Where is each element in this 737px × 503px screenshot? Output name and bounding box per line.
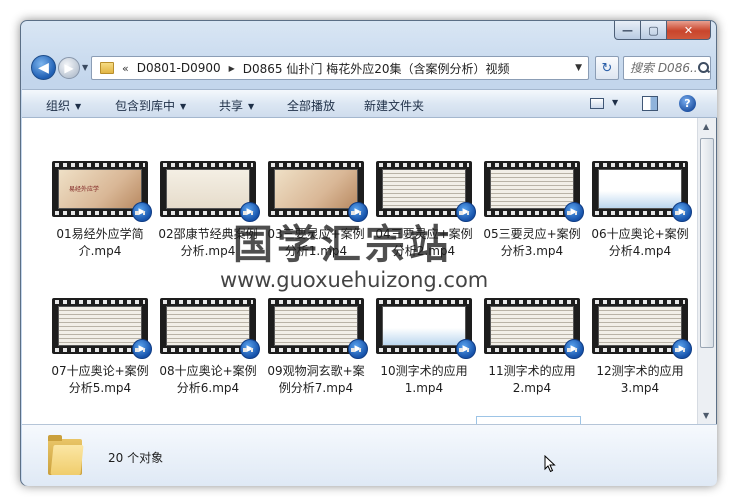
minimize-button[interactable]: — xyxy=(614,21,641,40)
media-player-icon: ▶ xyxy=(456,339,476,359)
chevron-down-icon: ▼ xyxy=(180,102,187,111)
thumbnail-frame xyxy=(490,306,574,346)
file-name: 06十应奥论+案例分析4.mp4 xyxy=(591,227,689,258)
video-thumbnail: ▶ xyxy=(592,161,692,222)
breadcrumb-separator-icon[interactable]: ▶ xyxy=(229,64,235,73)
maximize-button[interactable]: ▢ xyxy=(641,21,667,40)
play-all-button[interactable]: 全部播放 xyxy=(287,97,335,114)
watermark-text: 国学汇宗站 xyxy=(233,222,453,268)
file-name: 01易经外应学简介.mp4 xyxy=(56,227,144,258)
file-name: 05三要灵应+案例分析3.mp4 xyxy=(483,227,581,258)
video-thumbnail: ▶ xyxy=(160,161,260,222)
thumbnail-frame xyxy=(274,169,358,209)
media-player-icon: ▶ xyxy=(564,339,584,359)
file-item[interactable]: ▶ 12测字术的应用3.mp4 xyxy=(587,298,693,397)
vertical-scrollbar[interactable]: ▲ ▼ xyxy=(697,118,716,424)
file-name: 12测字术的应用3.mp4 xyxy=(596,364,684,395)
thumbnail-frame xyxy=(274,306,358,346)
file-name: 11测字术的应用2.mp4 xyxy=(488,364,576,395)
video-thumbnail: ▶ xyxy=(484,298,584,359)
scroll-up-icon[interactable]: ▲ xyxy=(703,122,709,131)
command-bar: 组织 ▼ 包含到库中 ▼ 共享 ▼ 全部播放 新建文件夹 ▼ ? xyxy=(22,89,717,118)
more-options-icon[interactable]: ▼ xyxy=(612,98,618,107)
search-icon[interactable] xyxy=(698,62,710,74)
breadcrumb-segment-current[interactable]: D0865 仙扑门 梅花外应20集（含案例分析）视频 xyxy=(243,60,510,77)
file-item[interactable]: ▶ 05三要灵应+案例分析3.mp4 xyxy=(479,161,585,260)
media-player-icon: ▶ xyxy=(564,202,584,222)
file-item[interactable]: ▶ 11测字术的应用2.mp4 xyxy=(479,298,585,397)
folder-icon xyxy=(100,62,114,74)
forward-button[interactable]: ▶ xyxy=(58,57,80,79)
organize-menu[interactable]: 组织 ▼ xyxy=(46,97,81,114)
address-bar[interactable]: « D0801-D0900 ▶ D0865 仙扑门 梅花外应20集（含案例分析）… xyxy=(91,56,589,80)
navigation-row: ◀ ▶ ▼ « D0801-D0900 ▶ D0865 仙扑门 梅花外应20集（… xyxy=(29,53,711,83)
file-item[interactable]: 易经外应学 ▶ 01易经外应学简介.mp4 xyxy=(47,161,153,260)
video-thumbnail: ▶ xyxy=(484,161,584,222)
file-name: 10测字术的应用1.mp4 xyxy=(380,364,468,395)
video-thumbnail: ▶ xyxy=(52,298,152,359)
share-menu[interactable]: 共享 ▼ xyxy=(219,97,254,114)
thumbnail-frame xyxy=(490,169,574,209)
media-player-icon: ▶ xyxy=(456,202,476,222)
back-button[interactable]: ◀ xyxy=(31,55,56,80)
media-player-icon: ▶ xyxy=(672,202,692,222)
thumbnail-frame xyxy=(382,169,466,209)
thumbnail-frame xyxy=(598,169,682,209)
video-thumbnail: ▶ xyxy=(376,298,476,359)
chevron-down-icon: ▼ xyxy=(75,102,82,111)
file-item[interactable]: ▶ 06十应奥论+案例分析4.mp4 xyxy=(587,161,693,260)
video-thumbnail: ▶ xyxy=(268,298,368,359)
details-pane: 20 个对象 xyxy=(22,424,717,486)
watermark-url: www.guoxuehuizong.com xyxy=(220,268,489,292)
file-name: 08十应奥论+案例分析6.mp4 xyxy=(159,364,257,395)
change-view-icon[interactable] xyxy=(590,98,604,109)
media-player-icon: ▶ xyxy=(132,202,152,222)
folder-icon xyxy=(48,435,84,475)
organize-label: 组织 xyxy=(46,99,71,113)
thumbnail-frame xyxy=(382,306,466,346)
thumbnail-frame xyxy=(58,306,142,346)
breadcrumb-segment[interactable]: D0801-D0900 xyxy=(137,61,221,75)
video-thumbnail: ▶ xyxy=(592,298,692,359)
caption-buttons: — ▢ ✕ xyxy=(614,21,711,41)
recent-pages-button[interactable]: ▼ xyxy=(82,63,90,72)
media-player-icon: ▶ xyxy=(348,339,368,359)
file-name: 09观物洞玄歌+案例分析7.mp4 xyxy=(267,364,365,395)
media-player-icon: ▶ xyxy=(672,339,692,359)
scroll-down-icon[interactable]: ▼ xyxy=(703,411,709,420)
chevron-down-icon: ▼ xyxy=(248,102,255,111)
thumbnail-frame: 易经外应学 xyxy=(58,169,142,209)
file-item[interactable]: ▶ 10测字术的应用1.mp4 xyxy=(371,298,477,397)
share-label: 共享 xyxy=(219,99,244,113)
file-item[interactable]: ▶ 08十应奥论+案例分析6.mp4 xyxy=(155,298,261,397)
media-player-icon: ▶ xyxy=(240,339,260,359)
video-thumbnail: ▶ xyxy=(268,161,368,222)
thumbnail-frame xyxy=(598,306,682,346)
address-dropdown-icon[interactable]: ▼ xyxy=(575,63,582,73)
file-item[interactable]: ▶ 09观物洞玄歌+案例分析7.mp4 xyxy=(263,298,369,397)
thumbnail-frame xyxy=(166,169,250,209)
video-thumbnail: 易经外应学 ▶ xyxy=(52,161,152,222)
include-in-library-label: 包含到库中 xyxy=(115,99,176,113)
thumbnail-frame xyxy=(166,306,250,346)
search-input[interactable] xyxy=(630,61,698,75)
slide-title: 易经外应学 xyxy=(69,186,100,193)
address-overflow-chevron[interactable]: « xyxy=(122,62,129,75)
include-in-library-menu[interactable]: 包含到库中 ▼ xyxy=(115,97,186,114)
mouse-cursor-icon xyxy=(544,455,556,473)
video-thumbnail: ▶ xyxy=(376,161,476,222)
help-icon[interactable]: ? xyxy=(679,95,696,112)
close-button[interactable]: ✕ xyxy=(667,21,711,40)
file-name: 07十应奥论+案例分析5.mp4 xyxy=(51,364,149,395)
refresh-button[interactable]: ↻ xyxy=(595,56,619,80)
media-player-icon: ▶ xyxy=(132,339,152,359)
search-box[interactable] xyxy=(623,56,711,80)
new-folder-button[interactable]: 新建文件夹 xyxy=(364,97,424,114)
preview-pane-icon[interactable] xyxy=(642,96,658,111)
item-count: 20 个对象 xyxy=(108,451,164,465)
file-item[interactable]: ▶ 07十应奥论+案例分析5.mp4 xyxy=(47,298,153,397)
video-thumbnail: ▶ xyxy=(160,298,260,359)
scroll-thumb[interactable] xyxy=(700,138,714,348)
